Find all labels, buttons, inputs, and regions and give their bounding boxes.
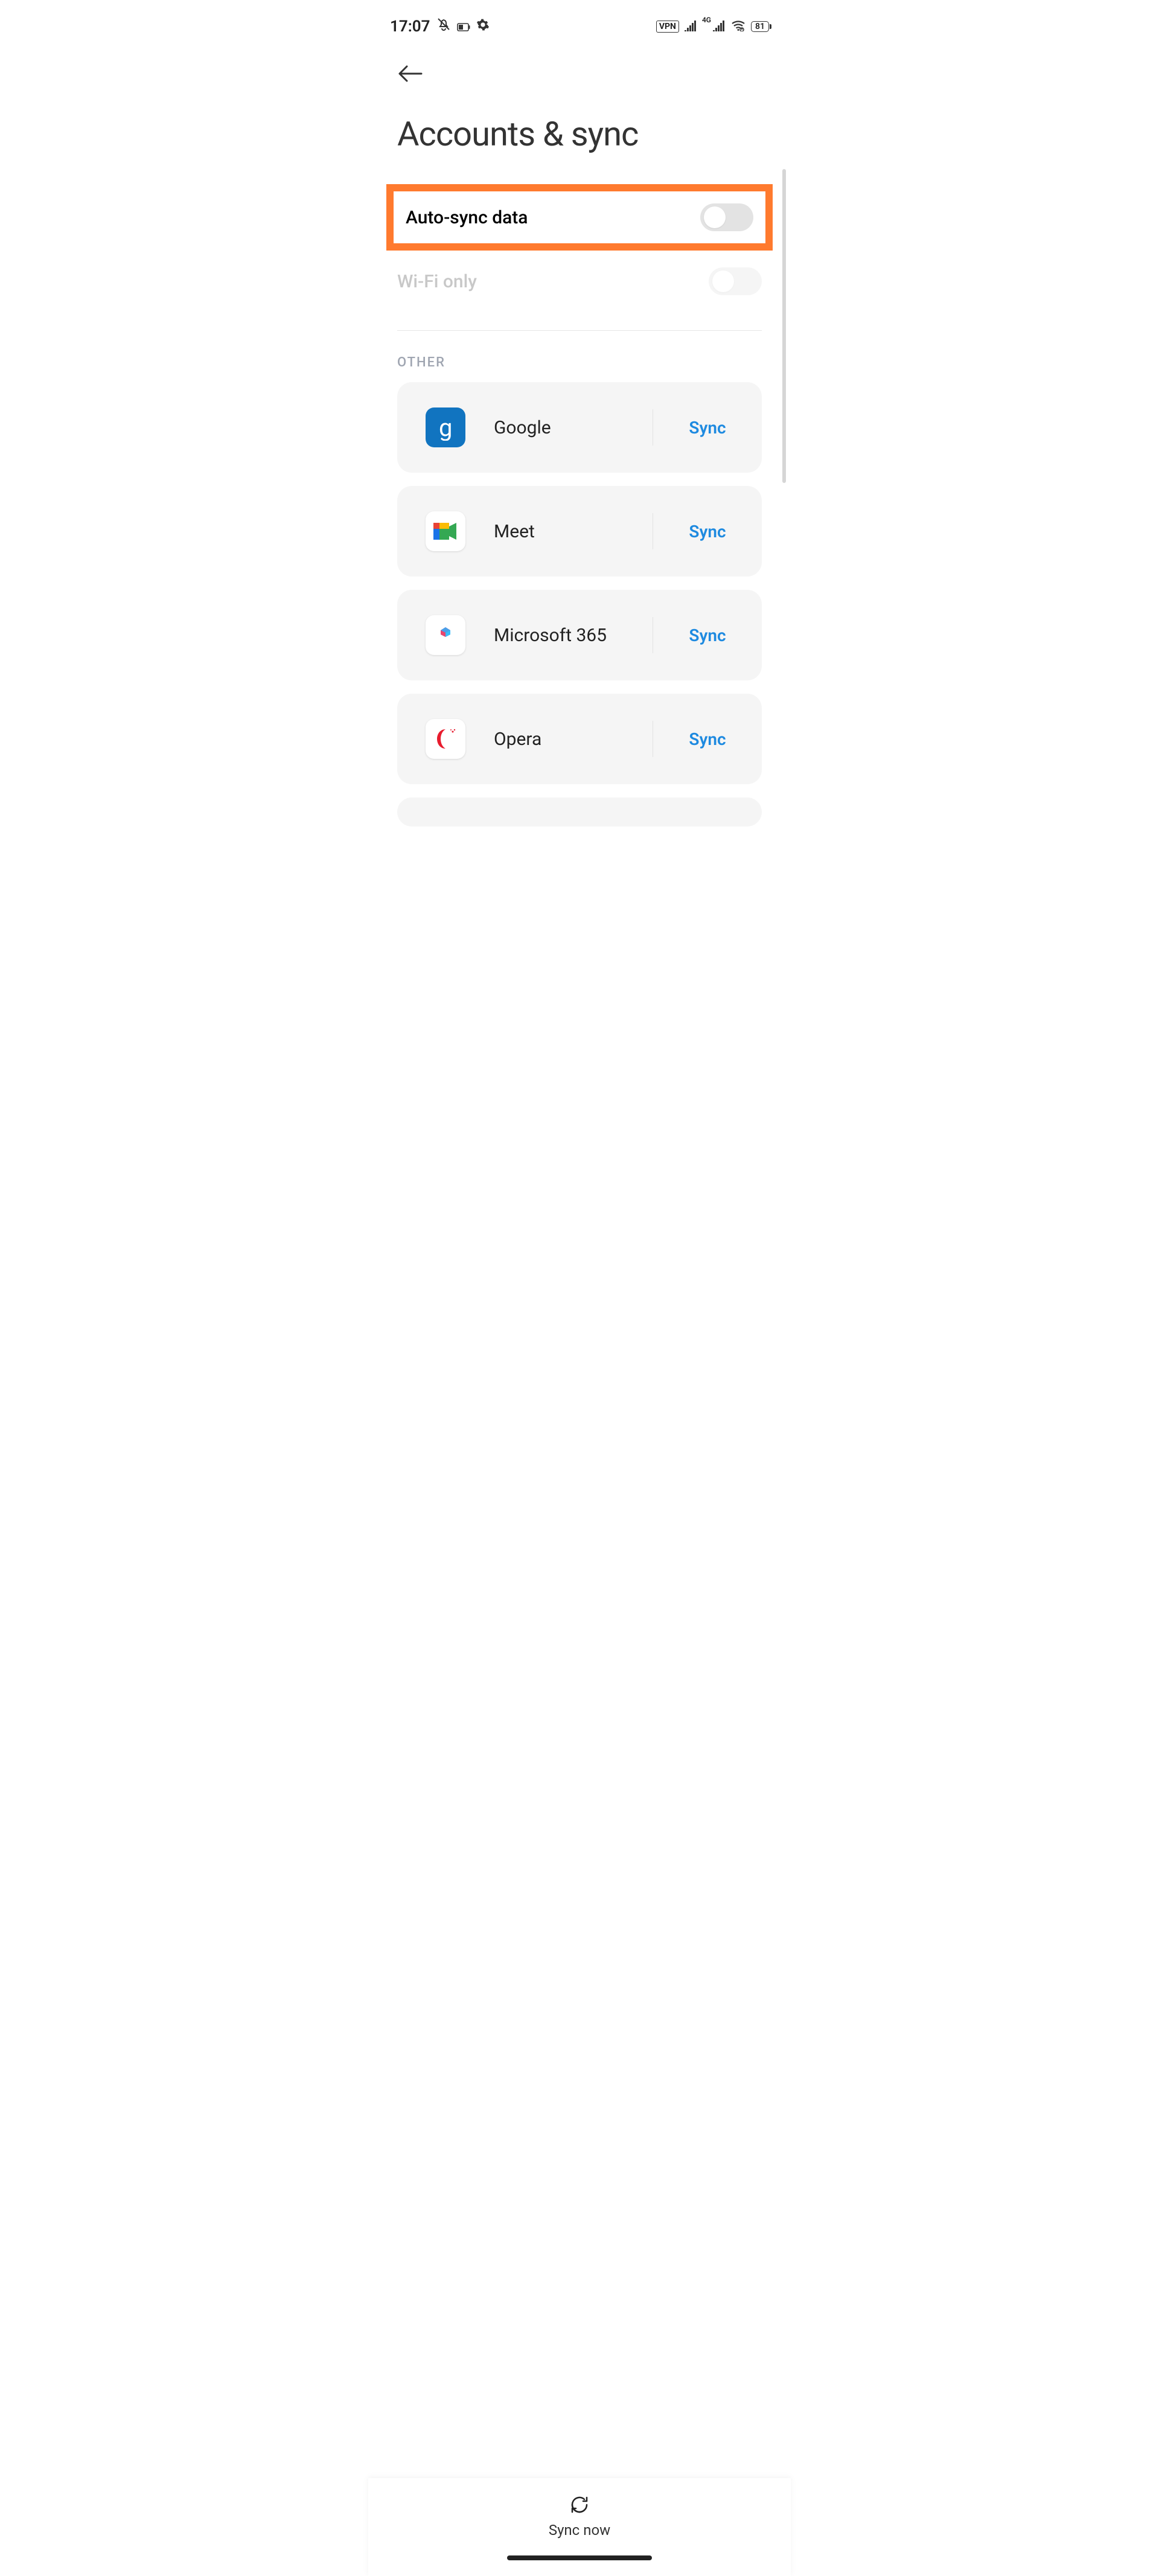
status-time: 17:07 xyxy=(390,18,430,36)
ms365-icon xyxy=(426,615,465,655)
svg-text:g: g xyxy=(439,414,452,441)
sync-button[interactable]: Sync xyxy=(653,522,762,542)
wifi-only-label: Wi-Fi only xyxy=(397,271,477,292)
divider xyxy=(397,330,762,331)
battery-small-icon xyxy=(457,18,470,36)
sync-button[interactable]: Sync xyxy=(653,625,762,645)
auto-sync-toggle[interactable] xyxy=(700,203,753,231)
sync-now-button[interactable]: Sync now xyxy=(549,2494,610,2539)
section-label: OTHER xyxy=(368,355,791,382)
account-row-partial[interactable] xyxy=(397,797,762,826)
signal-1-icon xyxy=(684,18,697,36)
sync-icon xyxy=(569,2494,590,2516)
gear-icon xyxy=(476,18,490,36)
bottom-bar: Sync now xyxy=(368,2478,791,2576)
account-row-opera[interactable]: Opera Sync xyxy=(397,694,762,784)
account-name: Microsoft 365 xyxy=(494,625,653,646)
account-row-google[interactable]: g Google Sync xyxy=(397,382,762,473)
account-name: Meet xyxy=(494,521,653,542)
dnd-icon xyxy=(436,17,451,36)
scroll-indicator[interactable] xyxy=(782,169,786,483)
sync-now-label: Sync now xyxy=(549,2522,610,2539)
meet-icon xyxy=(426,511,465,551)
auto-sync-row[interactable]: Auto-sync data xyxy=(386,184,773,251)
signal-2-icon xyxy=(712,18,726,36)
account-row-ms365[interactable]: Microsoft 365 Sync xyxy=(397,590,762,680)
google-icon: g xyxy=(426,407,465,447)
auto-sync-label: Auto-sync data xyxy=(406,207,528,228)
account-name: Opera xyxy=(494,729,653,750)
wifi-icon xyxy=(730,18,746,36)
battery-icon: 81 xyxy=(751,21,769,32)
sync-button[interactable]: Sync xyxy=(653,729,762,749)
sync-button[interactable]: Sync xyxy=(653,418,762,438)
status-bar: 17:07 VPN 4G 81 xyxy=(368,0,791,42)
wifi-only-row: Wi-Fi only xyxy=(368,251,791,312)
account-name: Google xyxy=(494,417,653,438)
wifi-only-toggle xyxy=(709,267,762,295)
back-button[interactable] xyxy=(397,60,423,90)
network-type: 4G xyxy=(702,16,711,24)
vpn-badge: VPN xyxy=(656,21,679,33)
page-title: Accounts & sync xyxy=(397,114,762,154)
nav-handle[interactable] xyxy=(507,2555,652,2560)
opera-icon xyxy=(426,719,465,759)
account-row-meet[interactable]: Meet Sync xyxy=(397,486,762,577)
account-list: g Google Sync Meet Sync xyxy=(368,382,791,826)
